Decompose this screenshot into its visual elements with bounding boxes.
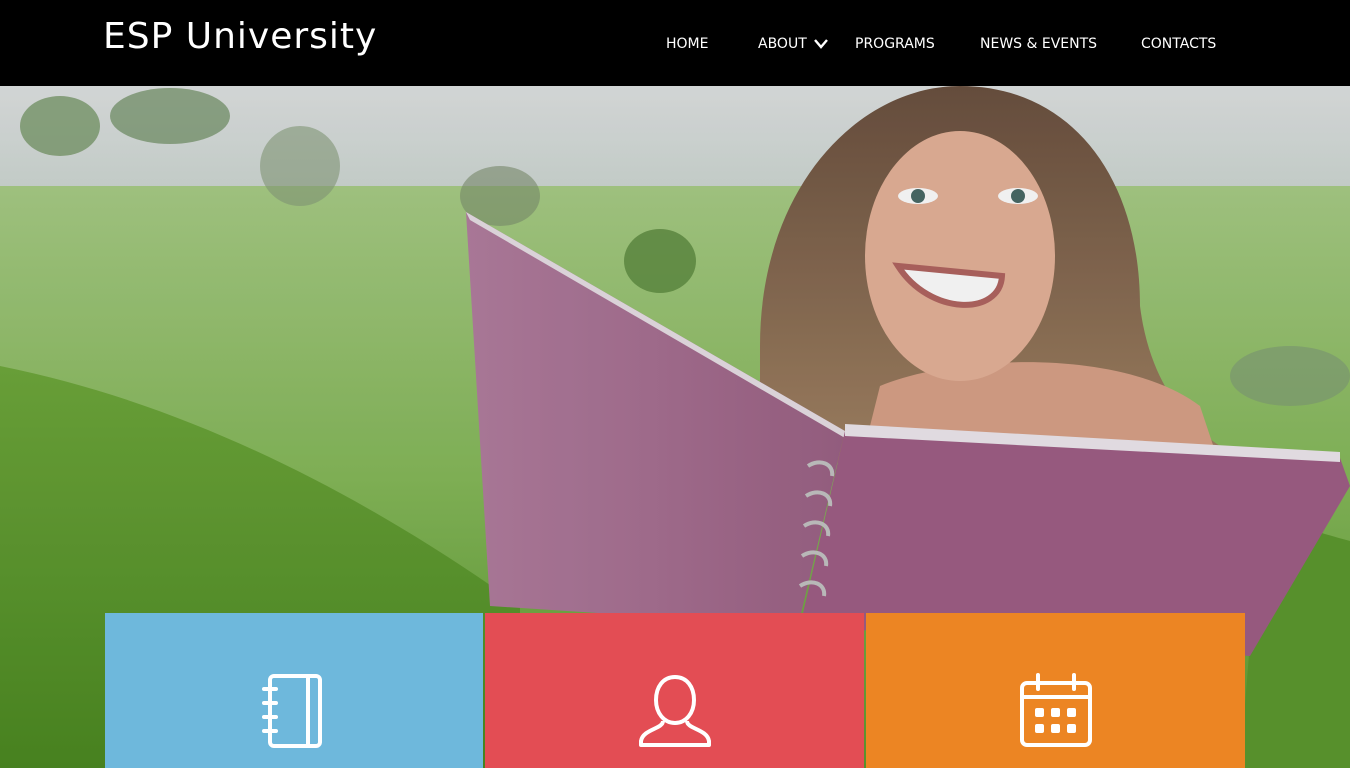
nav-contacts[interactable]: CONTACTS bbox=[1141, 34, 1216, 54]
feature-tile-user[interactable] bbox=[485, 613, 864, 768]
chevron-down-icon[interactable] bbox=[813, 37, 829, 51]
site-header: ESP University HOME ABOUT PROGRAMS NEWS … bbox=[0, 0, 1350, 86]
feature-tiles bbox=[105, 613, 1245, 768]
feature-tile-calendar[interactable] bbox=[866, 613, 1245, 768]
user-icon bbox=[638, 674, 711, 747]
nav-programs[interactable]: PROGRAMS bbox=[855, 34, 935, 54]
notebook-icon bbox=[262, 674, 322, 748]
feature-tile-notebook[interactable] bbox=[105, 613, 483, 768]
nav-about[interactable]: ABOUT bbox=[758, 34, 807, 54]
nav-news-events[interactable]: NEWS & EVENTS bbox=[980, 34, 1097, 54]
site-logo[interactable]: ESP University bbox=[103, 16, 377, 57]
nav-home[interactable]: HOME bbox=[666, 34, 708, 54]
calendar-icon bbox=[1019, 673, 1092, 747]
